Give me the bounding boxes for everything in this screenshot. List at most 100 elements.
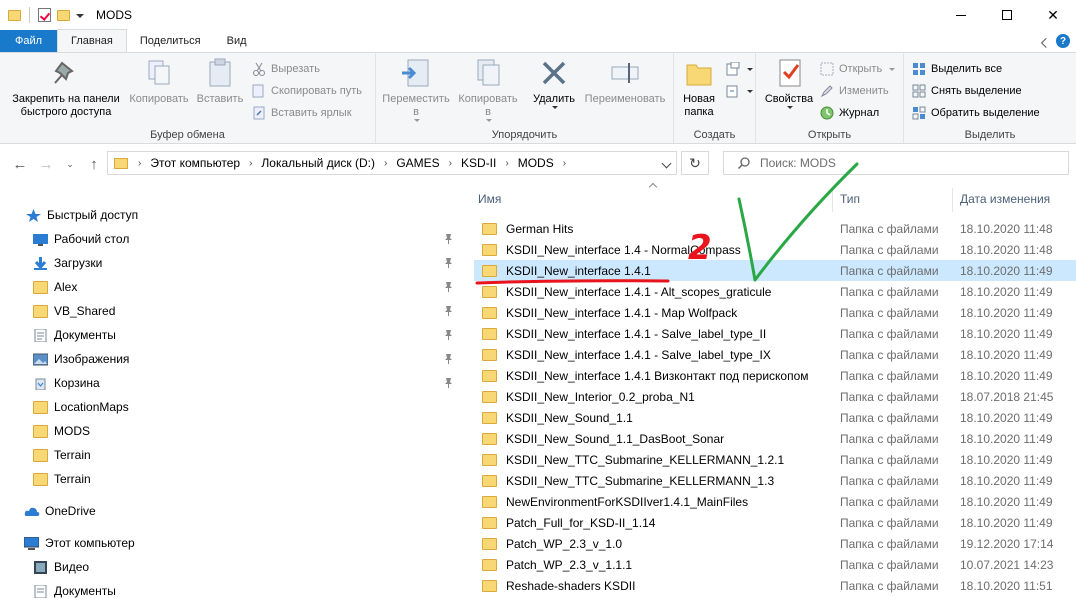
chevron-right-icon[interactable]: › bbox=[384, 158, 387, 169]
up-button[interactable]: ↑ bbox=[86, 156, 102, 173]
nav-quick-access[interactable]: Быстрый доступ bbox=[0, 204, 468, 226]
column-header-type[interactable]: Тип bbox=[840, 188, 860, 210]
maximize-button[interactable] bbox=[984, 0, 1030, 30]
column-header-name[interactable]: Имя bbox=[478, 188, 501, 210]
customize-dropdown-icon[interactable] bbox=[76, 14, 84, 18]
table-row[interactable]: KSDII_New_TTC_Submarine_KELLERMANN_1.2.1… bbox=[474, 449, 1076, 470]
cut-button[interactable]: Вырезать bbox=[252, 60, 320, 78]
file-date: 18.10.2020 11:49 bbox=[960, 410, 1053, 425]
edit-button[interactable]: Изменить bbox=[820, 82, 889, 100]
table-row[interactable]: KSDII_New_interface 1.4.1 - Salve_label_… bbox=[474, 323, 1076, 344]
breadcrumb-item[interactable]: KSD-II bbox=[461, 156, 496, 170]
tab-file[interactable]: Файл bbox=[0, 30, 57, 52]
new-item-button[interactable] bbox=[726, 60, 753, 78]
easy-access-button[interactable] bbox=[726, 82, 753, 100]
breadcrumb-item[interactable]: GAMES bbox=[396, 156, 439, 170]
chevron-right-icon[interactable]: › bbox=[505, 158, 508, 169]
rename-button[interactable]: Переименовать bbox=[580, 57, 670, 106]
copy-path-button[interactable]: Скопировать путь bbox=[252, 82, 362, 100]
properties-button[interactable]: Свойства bbox=[760, 57, 818, 109]
nav-item-recycle-bin[interactable]: Корзина bbox=[0, 372, 468, 394]
nav-item-mods[interactable]: MODS bbox=[0, 420, 468, 442]
nav-item-terrain[interactable]: Terrain bbox=[0, 444, 468, 466]
nav-item-terrain[interactable]: Terrain bbox=[0, 468, 468, 490]
move-to-button[interactable]: Переместить в bbox=[380, 57, 452, 122]
nav-item-downloads[interactable]: Загрузки bbox=[0, 252, 468, 274]
tab-view[interactable]: Вид bbox=[214, 30, 260, 52]
file-date: 19.12.2020 17:14 bbox=[960, 536, 1054, 551]
file-type: Папка с файлами bbox=[840, 221, 939, 236]
table-row[interactable]: KSDII_New_interface 1.4.1 - Map Wolfpack… bbox=[474, 302, 1076, 323]
tab-share[interactable]: Поделиться bbox=[127, 30, 214, 52]
nav-item-vb-shared[interactable]: VB_Shared bbox=[0, 300, 468, 322]
open-button[interactable]: Открыть bbox=[820, 60, 896, 78]
address-bar[interactable]: › Этот компьютер › Локальный диск (D:) ›… bbox=[107, 151, 677, 175]
minimize-button[interactable] bbox=[938, 0, 984, 30]
search-placeholder: Поиск: MODS bbox=[760, 156, 836, 170]
paste-shortcut-button[interactable]: Вставить ярлык bbox=[252, 104, 352, 122]
table-row[interactable]: KSDII_New_interface 1.4.1 Визконтакт под… bbox=[474, 365, 1076, 386]
paste-button[interactable]: Вставить bbox=[192, 57, 248, 106]
nav-item-documents[interactable]: Документы bbox=[0, 580, 468, 598]
file-type: Папка с файлами bbox=[840, 410, 939, 425]
file-date: 18.10.2020 11:49 bbox=[960, 305, 1053, 320]
table-row[interactable]: Reshade-shaders KSDII Папка с файлами 18.1… bbox=[474, 575, 1076, 596]
dropdown-icon bbox=[486, 119, 492, 122]
folder-icon bbox=[482, 327, 497, 340]
breadcrumb-item[interactable]: MODS bbox=[518, 156, 554, 170]
nav-item-desktop[interactable]: Рабочий стол bbox=[0, 228, 468, 250]
pin-quick-access-button[interactable]: Закрепить на панели быстрого доступа bbox=[6, 57, 126, 119]
column-header-date[interactable]: Дата изменения bbox=[960, 188, 1050, 210]
table-row[interactable]: KSDII_New_interface 1.4.1 - Alt_scopes_g… bbox=[474, 281, 1076, 302]
table-row[interactable]: NewEnvironmentForKSDIIver1.4.1_MainFiles… bbox=[474, 491, 1076, 512]
column-divider[interactable] bbox=[832, 188, 833, 212]
tab-home[interactable]: Главная bbox=[57, 29, 127, 52]
select-none-button[interactable]: Снять выделение bbox=[912, 82, 1022, 100]
refresh-button[interactable]: ↻ bbox=[681, 151, 709, 175]
delete-button[interactable]: Удалить bbox=[528, 57, 580, 109]
nav-this-pc[interactable]: Этот компьютер bbox=[0, 532, 468, 554]
column-divider[interactable] bbox=[952, 188, 953, 212]
properties-icon[interactable] bbox=[38, 8, 51, 22]
select-all-button[interactable]: Выделить все bbox=[912, 60, 1002, 78]
recent-locations-button[interactable]: ⌄ bbox=[62, 156, 78, 172]
invert-selection-button[interactable]: Обратить выделение bbox=[912, 104, 1040, 122]
breadcrumb-item[interactable]: Локальный диск (D:) bbox=[261, 156, 375, 170]
history-button[interactable]: Журнал bbox=[820, 104, 879, 122]
file-type: Папка с файлами bbox=[840, 431, 939, 446]
table-row[interactable]: Patch_WP_2.3_v_1.0 Папка с файлами 19.12.2… bbox=[474, 533, 1076, 554]
table-row[interactable]: German Hits Папка с файлами 18.10.2020 11:… bbox=[474, 218, 1076, 239]
nav-item-documents[interactable]: Документы bbox=[0, 324, 468, 346]
table-row[interactable]: KSDII_New_Interior_0.2_proba_N1 Папка с ф… bbox=[474, 386, 1076, 407]
address-dropdown-icon[interactable] bbox=[661, 158, 672, 169]
table-row[interactable]: KSDII_New_TTC_Submarine_KELLERMANN_1.3 Па… bbox=[474, 470, 1076, 491]
nav-item-locationmaps[interactable]: LocationMaps bbox=[0, 396, 468, 418]
forward-button[interactable]: → bbox=[38, 156, 54, 173]
chevron-right-icon[interactable]: › bbox=[449, 158, 452, 169]
breadcrumb-item[interactable]: Этот компьютер bbox=[150, 156, 240, 170]
help-icon[interactable]: ? bbox=[1056, 34, 1070, 48]
table-row[interactable]: KSDII_New_interface 1.4.1 - Salve_label_… bbox=[474, 344, 1076, 365]
search-input[interactable]: Поиск: MODS bbox=[723, 151, 1069, 175]
table-row[interactable]: KSDII_New_Sound_1.1 Папка с файлами 18.10.… bbox=[474, 407, 1076, 428]
new-folder-button[interactable]: Новая папка bbox=[678, 57, 720, 119]
nav-item-pictures[interactable]: Изображения bbox=[0, 348, 468, 370]
table-row[interactable]: Patch_WP_2.3_v_1.1.1 Папка с файлами 10.07… bbox=[474, 554, 1076, 575]
collapse-ribbon-icon[interactable] bbox=[1040, 37, 1051, 48]
copy-button[interactable]: Копировать bbox=[126, 57, 192, 106]
copy-to-button[interactable]: Копировать в bbox=[454, 57, 522, 122]
table-row[interactable]: KSDII_New_Sound_1.1_DasBoot_Sonar Папка с… bbox=[474, 428, 1076, 449]
file-date: 18.10.2020 11:49 bbox=[960, 431, 1053, 446]
nav-onedrive[interactable]: OneDrive bbox=[0, 500, 468, 522]
chevron-right-icon[interactable]: › bbox=[249, 158, 252, 169]
table-row[interactable]: KSDII_New_interface 1.4.1 Папка с файлами… bbox=[474, 260, 1076, 281]
nav-item-alex[interactable]: Alex bbox=[0, 276, 468, 298]
table-row[interactable]: KSDII_New_interface 1.4 - NormalCompass П… bbox=[474, 239, 1076, 260]
chevron-right-icon[interactable]: › bbox=[563, 158, 566, 169]
new-folder-icon[interactable] bbox=[57, 9, 70, 21]
file-name: Patch_WP_2.3_v_1.1.1 bbox=[506, 557, 633, 572]
close-button[interactable]: ✕ bbox=[1030, 0, 1076, 30]
table-row[interactable]: Patch_Full_for_KSD-II_1.14 Папка с файлам… bbox=[474, 512, 1076, 533]
nav-item-videos[interactable]: Видео bbox=[0, 556, 468, 578]
back-button[interactable]: ← bbox=[12, 156, 28, 173]
